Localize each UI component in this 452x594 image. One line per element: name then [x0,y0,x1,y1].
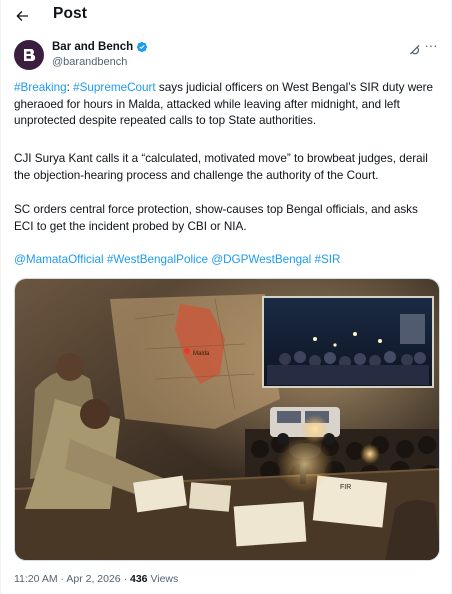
post-image[interactable]: Malda FIR [14,278,440,561]
post-paragraph-1: #Breaking: #SupremeCourt says judicial o… [14,80,438,130]
post-meta: 11:20 AM · Apr 2, 2026 · 436 Views [14,573,178,585]
map-pin-icon [184,348,190,354]
hashtag-breaking[interactable]: #Breaking [14,81,67,94]
avatar[interactable] [14,40,44,70]
views-label: Views [147,573,179,585]
arrow-left-icon [16,11,28,21]
more-options-icon[interactable]: ··· [424,39,438,55]
grok-icon[interactable] [408,43,422,57]
back-button[interactable] [12,6,32,26]
post-paragraph-3: SC orders central force protection, show… [14,203,418,233]
post-hashtags: @MamataOfficial #WestBengalPolice @DGPWe… [14,252,438,269]
page-title: Post [53,5,87,22]
author-name[interactable]: Bar and Bench [52,41,133,53]
mention-mamataofficial[interactable]: @MamataOfficial [14,253,104,266]
post-time[interactable]: 11:20 AM [14,573,58,585]
post-paragraph-2: CJI Surya Kant calls it a “calculated, m… [14,152,428,182]
verified-badge-icon [137,41,148,53]
author-handle[interactable]: @barandbench [52,56,127,68]
author-name-line: Bar and Bench [52,41,148,53]
post-date[interactable]: Apr 2, 2026 [66,573,120,585]
hashtag-sir[interactable]: #SIR [314,253,340,266]
mention-dgpwestbengal[interactable]: @DGPWestBengal [211,253,311,266]
views-count: 436 [130,573,148,585]
map-label: Malda [193,351,210,357]
top-bar: Post [0,0,452,32]
hashtag-westbengalpolice[interactable]: #WestBengalPolice [107,253,208,266]
hashtag-supremecourt[interactable]: #SupremeCourt [73,81,156,94]
author-row: Bar and Bench @barandbench ··· [14,39,438,74]
fir-label: FIR [340,484,351,491]
bar-and-bench-logo-icon [24,49,36,62]
meta-separator-2: · [120,573,130,585]
illustration: Malda FIR [15,279,439,560]
